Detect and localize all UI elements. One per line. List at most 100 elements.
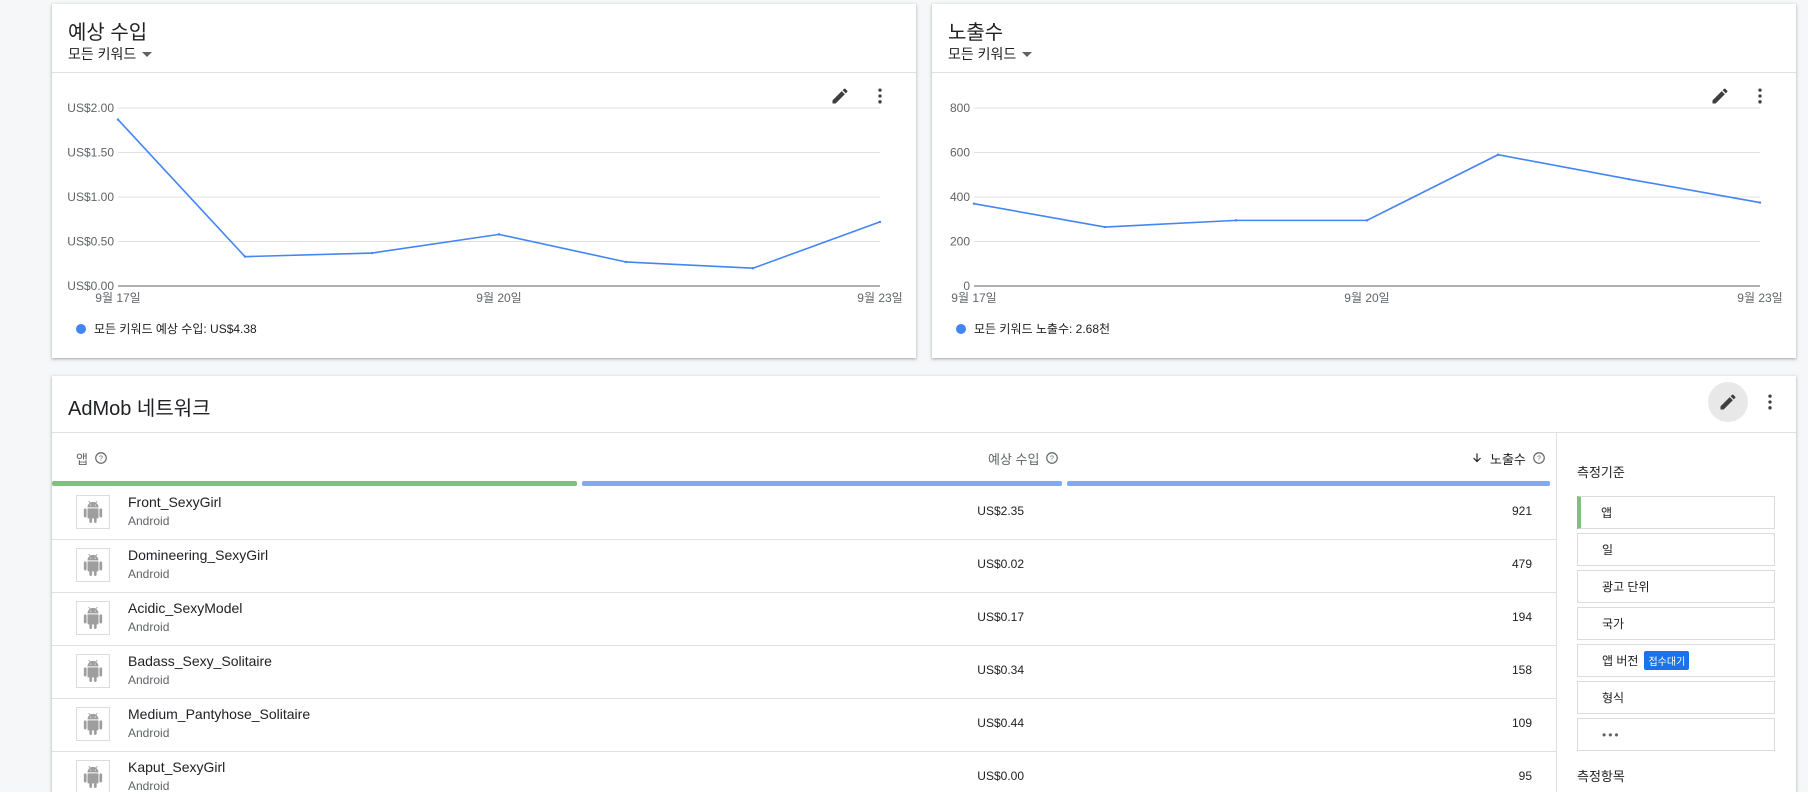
table-row[interactable]: Kaput_SexyGirl Android US$0.00 95 (52, 751, 1556, 792)
android-icon (76, 654, 110, 688)
dimension-format[interactable]: 형식 (1577, 681, 1775, 714)
cell-impressions: 109 (1511, 716, 1532, 730)
data-point (1365, 219, 1369, 222)
cell-revenue: US$0.34 (977, 663, 1024, 677)
app-platform: Android (128, 726, 170, 740)
revenue-card-header: 예상 수입 모든 키워드 (52, 4, 916, 104)
data-point (972, 202, 976, 205)
metrics-title: 측정항목 (1577, 769, 1625, 784)
admob-network-card: AdMob 네트워크 앱 ? 예상 수입 ? 노출수 ? Front_SexyG… (52, 376, 1796, 792)
dimensions-title: 측정기준 (1577, 465, 1625, 480)
more-options-button[interactable] (870, 18, 906, 104)
impressions-filter-label: 모든 키워드 (948, 46, 1017, 62)
revenue-filter-dropdown[interactable]: 모든 키워드 (68, 44, 153, 64)
app-platform: Android (128, 620, 170, 634)
dimension-label: ••• (1602, 727, 1621, 742)
legend-dot (956, 323, 966, 334)
table-row[interactable]: Domineering_SexyGirl Android US$0.02 479 (52, 539, 1556, 593)
y-tick-label: US$0.50 (67, 235, 114, 249)
column-header-impressions[interactable]: 노출수 ? (1470, 432, 1546, 484)
column-header-app[interactable]: 앱 ? (76, 432, 108, 484)
y-tick-label: US$1.50 (67, 146, 114, 160)
impressions-card: 노출수 모든 키워드 0 200 400 600 800 9월 17일 9월 20일 9월 2… (932, 4, 1796, 358)
data-point (624, 260, 628, 264)
dimension-label: 앱 (1601, 506, 1613, 520)
dimension-country[interactable]: 국가 (1577, 607, 1775, 640)
dimension-label: 국가 (1602, 617, 1625, 631)
edit-button[interactable] (830, 18, 866, 104)
table-row[interactable]: Badass_Sexy_Solitaire Android US$0.34 158 (52, 645, 1556, 699)
svg-text:?: ? (1537, 455, 1541, 462)
legend-dot (76, 323, 86, 334)
x-tick-label: 9월 17일 (951, 291, 996, 305)
arrow-down-icon (1473, 453, 1481, 463)
y-tick-label: 800 (950, 101, 970, 115)
dimension-label: 일 (1602, 543, 1614, 557)
table-row[interactable]: Medium_Pantyhose_Solitaire Android US$0.44… (52, 698, 1556, 752)
svg-text:?: ? (1051, 455, 1055, 462)
svg-text:?: ? (99, 455, 103, 462)
x-tick-label: 9월 20일 (1344, 291, 1389, 305)
edit-button[interactable] (1710, 18, 1746, 104)
app-platform: Android (128, 514, 170, 528)
cell-impressions: 95 (1518, 769, 1532, 783)
x-tick-label: 9월 23일 (1737, 291, 1782, 305)
series-line (973, 153, 1761, 228)
help-circle-icon: ? (95, 452, 107, 464)
data-point (1103, 225, 1107, 229)
help-circle-icon: ? (1046, 452, 1059, 464)
dimension-ad-unit[interactable]: 광고 단위 (1577, 570, 1775, 603)
data-point (1496, 153, 1500, 156)
revenue-filter-label: 모든 키워드 (68, 46, 137, 62)
cell-revenue: US$0.02 (977, 557, 1024, 571)
revenue-legend: 모든 키워드 예상 수입: US$4.38 (76, 320, 257, 337)
y-tick-label: US$2.00 (67, 101, 114, 115)
pencil-icon (1720, 394, 1736, 410)
dimension-app[interactable]: 앱 (1577, 496, 1775, 529)
more-options-button[interactable] (1752, 384, 1788, 420)
dimension-label: 광고 단위 (1602, 580, 1650, 594)
dimension-label: 앱 버전 (1602, 654, 1639, 668)
more-vert-icon (1768, 394, 1772, 410)
app-name[interactable]: Front_SexyGirl (128, 494, 221, 510)
app-name[interactable]: Medium_Pantyhose_Solitaire (128, 706, 310, 722)
edit-button[interactable] (1708, 382, 1748, 422)
impressions-filter-dropdown[interactable]: 모든 키워드 (948, 44, 1033, 64)
data-point (1758, 201, 1762, 204)
y-tick-label: 400 (950, 190, 970, 204)
x-tick-label: 9월 20일 (476, 291, 521, 305)
x-tick-label: 9월 17일 (95, 291, 140, 305)
android-icon (76, 707, 110, 741)
column-header-revenue[interactable]: 예상 수입 ? (988, 432, 1059, 484)
network-card-header: AdMob 네트워크 (52, 376, 1796, 433)
data-point (497, 233, 501, 236)
dimension-more[interactable]: ••• (1577, 718, 1775, 751)
android-icon (76, 601, 110, 635)
network-card-title: AdMob 네트워크 (68, 398, 211, 420)
cell-revenue: US$0.17 (977, 610, 1024, 624)
table-row[interactable]: Front_SexyGirl Android US$2.35 921 (52, 486, 1556, 540)
cell-revenue: US$2.35 (977, 504, 1024, 518)
data-point (1234, 219, 1238, 222)
table-row[interactable]: Acidic_SexyModel Android US$0.17 194 (52, 592, 1556, 646)
app-name[interactable]: Acidic_SexyModel (128, 600, 242, 616)
column-header-impressions-label: 노출수 (1490, 451, 1526, 467)
cell-revenue: US$0.44 (977, 716, 1024, 730)
data-point (1627, 178, 1631, 181)
data-point (878, 220, 882, 224)
pending-badge: 접수대기 (1644, 651, 1690, 670)
dropdown-caret-icon (1022, 51, 1033, 57)
dropdown-caret-icon (142, 51, 153, 57)
revenue-card: 예상 수입 모든 키워드 US$0.00 US$0.50 US$1.00 US$1.5… (52, 4, 916, 358)
app-platform: Android (128, 779, 170, 792)
app-name[interactable]: Domineering_SexyGirl (128, 547, 268, 563)
revenue-legend-text: 모든 키워드 예상 수입: US$4.38 (94, 322, 257, 336)
dimension-app-version[interactable]: 앱 버전 접수대기 (1577, 644, 1775, 677)
column-header-app-label: 앱 (76, 451, 88, 467)
dimension-day[interactable]: 일 (1577, 533, 1775, 566)
more-options-button[interactable] (1750, 18, 1786, 104)
data-point (243, 255, 247, 258)
app-name[interactable]: Badass_Sexy_Solitaire (128, 653, 272, 669)
series-line (117, 119, 881, 270)
app-name[interactable]: Kaput_SexyGirl (128, 759, 225, 775)
